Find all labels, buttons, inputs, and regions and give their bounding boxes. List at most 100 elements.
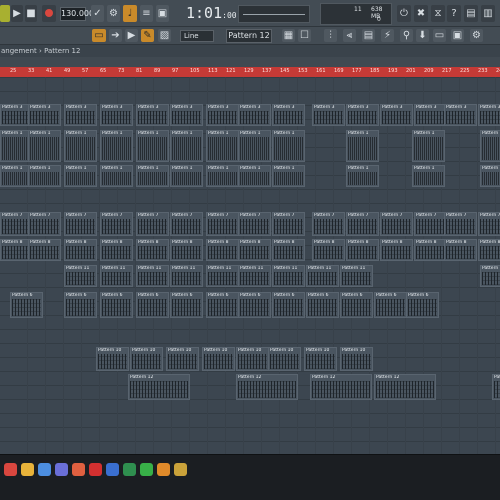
pattern-clip[interactable]: Pattern 7	[312, 212, 345, 236]
pattern-clip[interactable]: Pattern 8	[414, 239, 447, 261]
step-edit-icon[interactable]: ▶	[125, 29, 138, 42]
breadcrumb-pattern[interactable]: Pattern 12	[44, 47, 80, 55]
timeline-ruler[interactable]: 25 33 41 49 57 65 73 81 89 97 105 113 121 129 137 145 15…	[0, 67, 500, 77]
download-icon[interactable]: ⬇	[416, 29, 429, 42]
pattern-clip[interactable]: Pattern 3	[444, 104, 477, 126]
pattern-clip[interactable]: Pattern 1	[412, 130, 445, 162]
droplet-icon[interactable]	[72, 463, 85, 476]
mixer-icon[interactable]: ⧖	[431, 5, 445, 22]
pattern-clip[interactable]: Pattern 1	[136, 130, 169, 162]
power-icon[interactable]: ⏻	[397, 5, 411, 22]
opera-icon[interactable]	[89, 463, 102, 476]
pattern-clip[interactable]: Pattern 10	[304, 347, 337, 371]
pattern-clip[interactable]: Pattern 1	[238, 165, 271, 187]
pattern-clip[interactable]: Pattern 6	[100, 292, 133, 318]
pattern-clip[interactable]: Pattern 7	[64, 212, 97, 236]
record-audio-icon[interactable]: ▣	[451, 29, 464, 42]
plug-icon[interactable]: ⚡	[381, 29, 394, 42]
pattern-clip[interactable]: Pattern 10	[340, 347, 373, 371]
pattern-clip[interactable]: Pattern 11	[170, 265, 203, 287]
browser-icon[interactable]: ⚲	[400, 29, 413, 42]
pattern-clip[interactable]: Pattern 10	[130, 347, 163, 371]
pattern-clip[interactable]: Pattern 10	[202, 347, 235, 371]
fl-studio-icon[interactable]	[157, 463, 170, 476]
pattern-clip[interactable]: Pattern 12	[310, 374, 372, 400]
pattern-clip[interactable]: Pattern 7	[444, 212, 477, 236]
play-button[interactable]: ▶	[11, 5, 23, 22]
pattern-clip[interactable]: Pattern 6	[272, 292, 305, 318]
pattern-clip[interactable]: Pattern 7	[346, 212, 379, 236]
chat-icon[interactable]: ▭	[433, 29, 446, 42]
pattern-clip[interactable]: Pattern 1	[346, 165, 379, 187]
save-icon[interactable]: ▤	[464, 5, 478, 22]
countdown-icon[interactable]: ♩	[123, 5, 137, 22]
pattern-clip[interactable]: Pattern 8	[136, 239, 169, 261]
pattern-clip[interactable]: Pattern 6	[206, 292, 239, 318]
pattern-clip[interactable]: Pattern 1	[64, 130, 97, 162]
pattern-clip[interactable]: Pattern 6	[170, 292, 203, 318]
pattern-clip[interactable]: Pattern 12	[236, 374, 298, 400]
pattern-clip[interactable]: Pattern 3	[346, 104, 379, 126]
pattern-clip[interactable]: Pattern 11	[238, 265, 271, 287]
pattern-clip[interactable]: Pattern 1	[170, 130, 203, 162]
playlist-tracks[interactable]: Pattern 3 Pattern 3 Pattern 3 Pattern 3 Patt…	[0, 77, 500, 454]
pattern-clip[interactable]: Pattern 8	[64, 239, 97, 261]
pattern-clip[interactable]: Pattern 11	[272, 265, 305, 287]
pattern-clip[interactable]: Pattern 6	[64, 292, 97, 318]
pattern-clip[interactable]: Pattern 7	[170, 212, 203, 236]
loop-record-icon[interactable]: ▣	[156, 5, 169, 22]
pattern-clip[interactable]: Pattern 7	[272, 212, 305, 236]
pattern-clip[interactable]: Pattern 1	[272, 165, 305, 187]
pattern-clip[interactable]: Pattern 11	[340, 265, 373, 287]
pattern-clip[interactable]: Pattern 1	[238, 130, 271, 162]
pattern-clip[interactable]: Pattern 1	[136, 165, 169, 187]
pattern-clip[interactable]: Pattern 10	[166, 347, 199, 371]
pattern-clip[interactable]: Pattern 8	[478, 239, 500, 261]
pattern-clip[interactable]: Pattern 6	[374, 292, 407, 318]
pattern-clip[interactable]: Pattern 7	[28, 212, 61, 236]
channel-icon[interactable]: ▤	[362, 29, 375, 42]
pattern-clip[interactable]: Pattern 3	[312, 104, 345, 126]
pattern-clip[interactable]: Pattern 3	[238, 104, 271, 126]
chrome-icon[interactable]	[21, 463, 34, 476]
pattern-clip[interactable]: Pattern 7	[414, 212, 447, 236]
metronome-icon[interactable]: ✓	[91, 5, 104, 22]
pattern-selector[interactable]: Pattern 12	[226, 29, 272, 43]
pattern-clip[interactable]: Pattern 1	[28, 165, 61, 187]
pattern-clip[interactable]: Pattern 1	[206, 130, 239, 162]
blend-notes-icon[interactable]: ≡	[140, 5, 153, 22]
arrow-icon[interactable]: ➔	[109, 29, 122, 42]
pattern-clip[interactable]: Pattern 1	[28, 130, 61, 162]
pattern-clip[interactable]: Pattern 7	[478, 212, 500, 236]
pattern-clip[interactable]: Pattern 1	[480, 165, 500, 187]
pattern-clip[interactable]: Pattern 10	[96, 347, 129, 371]
pattern-clip[interactable]: Pattern 3	[170, 104, 203, 126]
pattern-clip[interactable]: Pattern 6	[136, 292, 169, 318]
pattern-clip[interactable]: Pattern 1	[100, 130, 133, 162]
pattern-clip[interactable]: Pattern 8	[28, 239, 61, 261]
select-icon[interactable]: ☐	[298, 29, 311, 42]
pattern-clip[interactable]: Pattern 12	[492, 374, 500, 400]
pattern-clip[interactable]: Pattern 8	[312, 239, 345, 261]
pattern-clip[interactable]: Pattern 10	[268, 347, 301, 371]
pattern-clip[interactable]: Pattern 11	[480, 265, 500, 287]
tools-icon[interactable]: ✖	[414, 5, 428, 22]
pattern-clip[interactable]: Pattern 7	[100, 212, 133, 236]
pattern-clip[interactable]: Pattern 3	[206, 104, 239, 126]
pattern-clip[interactable]: Pattern 1	[170, 165, 203, 187]
pattern-clip[interactable]: Pattern 8	[272, 239, 305, 261]
piano-icon[interactable]: ▥	[481, 5, 495, 22]
clip-icon[interactable]: ▦	[282, 29, 295, 42]
mixer-slot-icon[interactable]: ⫶	[324, 29, 337, 42]
discord-icon[interactable]	[55, 463, 68, 476]
pattern-clip[interactable]: Pattern 11	[136, 265, 169, 287]
pattern-clip[interactable]: Pattern 6	[340, 292, 373, 318]
snap-select[interactable]: Line	[180, 30, 214, 42]
pattern-clip[interactable]: Pattern 10	[236, 347, 269, 371]
pattern-clip[interactable]: Pattern 1	[412, 165, 445, 187]
pattern-clip[interactable]: Pattern 11	[100, 265, 133, 287]
pattern-clip[interactable]: Pattern 1	[64, 165, 97, 187]
pattern-clip[interactable]: Pattern 8	[380, 239, 413, 261]
pattern-clip[interactable]: Pattern 7	[206, 212, 239, 236]
playlist-menu-icon[interactable]: ▭	[92, 29, 106, 42]
